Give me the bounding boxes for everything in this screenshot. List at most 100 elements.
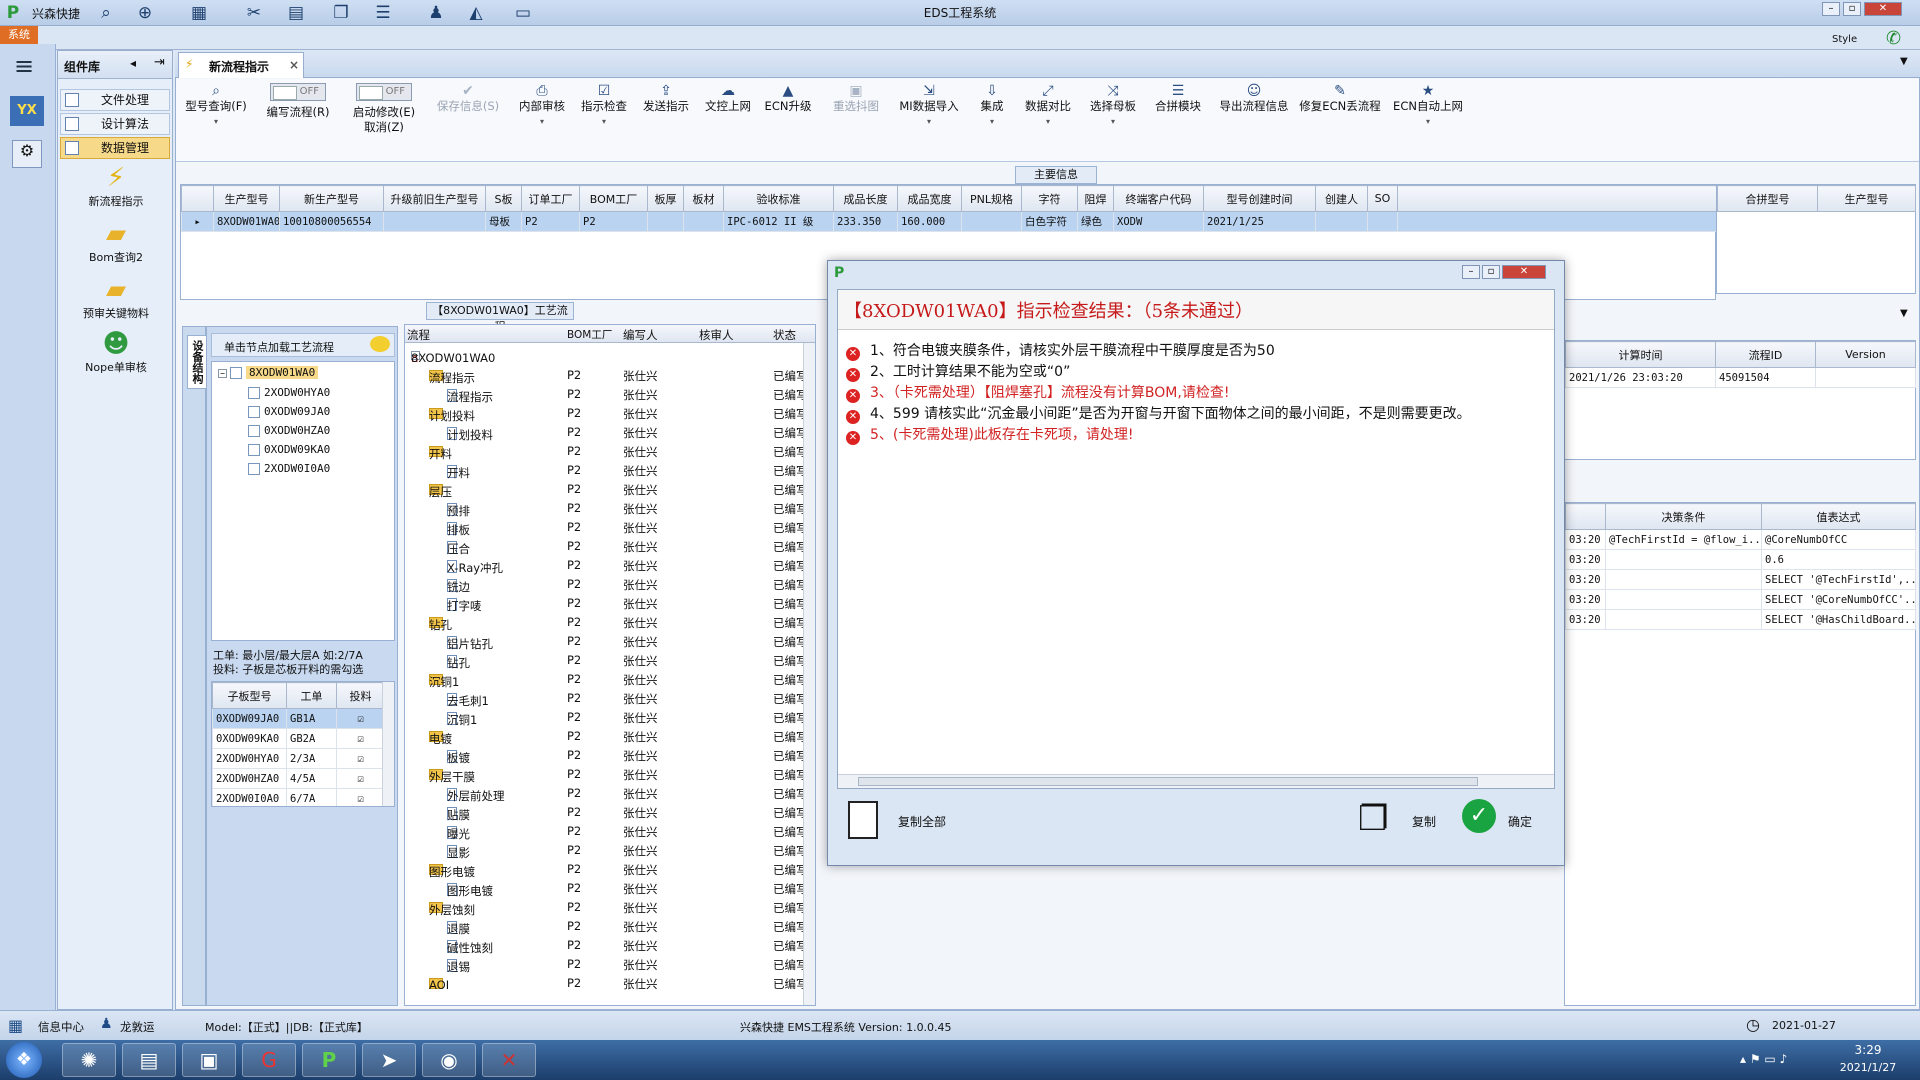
col-header[interactable]: 新生产型号 — [279, 185, 384, 212]
flow-row[interactable]: 排板 P2 张仕兴 已编写 — [405, 518, 815, 537]
cell[interactable] — [1605, 569, 1762, 590]
flow-bom-cell[interactable]: P2 — [567, 558, 581, 572]
col-header[interactable]: BOM工厂 — [567, 327, 612, 342]
flow-row[interactable]: 碱性蚀刻 P2 张仕兴 已编写 — [405, 936, 815, 955]
result-message[interactable]: ✕ 3、（卡死需处理）【阻焊塞孔】流程没有计算BOM,请检查! — [846, 382, 1229, 403]
table-row[interactable]: ▸ 8XODW01WA0 10010800056554 母板 P2 P2 IPC… — [181, 211, 1717, 232]
flow-writer-cell[interactable]: 张仕兴 — [623, 748, 658, 764]
dialog-maximize-button[interactable]: ▫ — [1482, 265, 1500, 279]
cell[interactable]: SELECT '@TechFirstId',... — [1761, 569, 1916, 590]
flow-writer-cell[interactable]: 张仕兴 — [623, 539, 658, 555]
scrollbar[interactable] — [382, 682, 394, 806]
flow-row[interactable]: 图形电镀 P2 张仕兴 已编写 — [405, 879, 815, 898]
dropdown-icon[interactable]: ▾ — [892, 114, 966, 129]
write-flow-toggle[interactable]: OFF 编写流程(R) — [260, 83, 336, 120]
cell[interactable]: P2 — [579, 211, 648, 232]
tray-date[interactable]: 2021/1/27 — [1828, 1061, 1908, 1074]
checkbox[interactable] — [248, 444, 260, 456]
cell[interactable]: 2XODW0HYA0 — [212, 748, 287, 769]
flow-row[interactable]: 铣边 P2 张仕兴 已编写 — [405, 575, 815, 594]
col-header[interactable]: 工单 — [286, 682, 337, 709]
flow-row[interactable]: 沉铜1 P2 张仕兴 已编写 — [405, 708, 815, 727]
flow-writer-cell[interactable]: 张仕兴 — [623, 444, 658, 460]
flow-bom-cell[interactable]: P2 — [567, 425, 581, 439]
flow-bom-cell[interactable]: P2 — [567, 976, 581, 990]
flow-bom-cell[interactable]: P2 — [567, 824, 581, 838]
yx-logo-icon[interactable]: YX — [10, 96, 44, 126]
cell[interactable] — [1815, 367, 1916, 388]
flow-bom-cell[interactable]: P2 — [567, 653, 581, 667]
tab-new-flow[interactable]: ⚡ 新流程指示 × — [178, 52, 304, 78]
cell[interactable]: 03:20 — [1565, 569, 1606, 590]
flow-writer-cell[interactable]: 张仕兴 — [623, 672, 658, 688]
tab-close-icon[interactable]: × — [289, 58, 299, 72]
horizontal-scrollbar[interactable] — [838, 774, 1554, 788]
cell[interactable]: 2XODW0HZA0 — [212, 768, 287, 789]
tray-icons[interactable]: ▴ ⚑ ▭ ♪ — [1740, 1052, 1787, 1066]
cell[interactable]: 白色字符 — [1021, 211, 1078, 232]
chevron-down-icon[interactable]: ▼ — [1900, 308, 1908, 319]
select-motherboard-button[interactable]: ⤨ 选择母板 ▾ — [1082, 83, 1144, 129]
maximize-button[interactable]: ▫ — [1843, 2, 1861, 16]
ecn-upgrade-button[interactable]: ▲ ECN升级 — [758, 83, 818, 114]
taskbar-g-icon[interactable]: G — [242, 1043, 296, 1077]
flow-bom-cell[interactable]: P2 — [567, 577, 581, 591]
menu-file-processing[interactable]: 文件处理 — [60, 89, 170, 111]
cell[interactable]: 6/7A — [286, 788, 337, 806]
table-row[interactable]: 03:20 @TechFirstId = @flow_i... @CoreNumbO… — [1565, 529, 1916, 550]
ecn-auto-online-button[interactable]: ★ ECN自动上网 ▾ — [1384, 83, 1472, 129]
col-header[interactable]: 创建人 — [1315, 185, 1368, 212]
flow-bom-cell[interactable]: P2 — [567, 406, 581, 420]
table-row[interactable]: 03:20 SELECT '@HasChildBoard... — [1565, 609, 1916, 630]
flow-row[interactable]: −沉铜1P2张仕兴已编写 — [405, 670, 815, 689]
col-header[interactable]: SO — [1367, 185, 1398, 212]
flow-bom-cell[interactable]: P2 — [567, 729, 581, 743]
flow-writer-cell[interactable]: 张仕兴 — [623, 425, 658, 441]
result-message[interactable]: ✕ 2、工时计算结果不能为空或“0” — [846, 361, 1070, 382]
start-edit-toggle[interactable]: OFF 启动修改(E) 取消(Z) — [346, 83, 422, 135]
taskbar-send-icon[interactable]: ➤ — [362, 1043, 416, 1077]
taskbar-x-icon[interactable]: ✕ — [482, 1043, 536, 1077]
cell[interactable] — [961, 211, 1022, 232]
scrollbar-thumb[interactable] — [858, 777, 1478, 786]
flow-row[interactable]: 打字唛 P2 张仕兴 已编写 — [405, 594, 815, 613]
flow-writer-cell[interactable]: 张仕兴 — [623, 463, 658, 479]
cell[interactable]: 0XODW09JA0 — [212, 708, 287, 729]
cell[interactable] — [1605, 609, 1762, 630]
flow-writer-cell[interactable]: 张仕兴 — [623, 634, 658, 650]
cell[interactable]: GB1A — [286, 708, 337, 729]
col-header[interactable]: 投料 — [336, 682, 385, 709]
col-header[interactable]: S板 — [485, 185, 522, 212]
cell[interactable]: 2021/1/26 23:03:20 — [1565, 367, 1716, 388]
flow-row[interactable]: −外层蚀刻P2张仕兴已编写 — [405, 898, 815, 917]
cell[interactable]: 2XODW0I0A0 — [212, 788, 287, 806]
col-header[interactable]: 型号创建时间 — [1203, 185, 1316, 212]
flow-writer-cell[interactable]: 张仕兴 — [623, 387, 658, 403]
flow-row[interactable]: 退膜 P2 张仕兴 已编写 — [405, 917, 815, 936]
tab-device-structure[interactable]: 设备结构 — [187, 335, 207, 389]
tree-root-node[interactable]: − 8XODW01WA0 — [218, 366, 319, 379]
chat-bubble-icon[interactable] — [370, 336, 390, 352]
cell[interactable]: 03:20 — [1565, 609, 1606, 630]
cell[interactable]: 03:20 — [1565, 529, 1606, 550]
col-header[interactable]: 编写人 — [623, 327, 658, 343]
flow-row[interactable]: X-Ray冲孔 P2 张仕兴 已编写 — [405, 556, 815, 575]
cell[interactable]: 2/3A — [286, 748, 337, 769]
flow-row[interactable]: −流程指示P2张仕兴已编写 — [405, 366, 815, 385]
table-row[interactable]: 0XODW09KA0 GB2A ☑ — [212, 728, 385, 749]
cell[interactable] — [647, 211, 684, 232]
cell[interactable] — [383, 211, 486, 232]
col-header[interactable]: 流程ID — [1715, 341, 1816, 368]
scrollbar[interactable] — [803, 343, 815, 1005]
taskbar-doc-icon[interactable]: ▤ — [122, 1043, 176, 1077]
flow-writer-cell[interactable]: 张仕兴 — [623, 406, 658, 422]
flow-writer-cell[interactable]: 张仕兴 — [623, 957, 658, 973]
col-header[interactable]: Version — [1815, 341, 1916, 368]
flow-row[interactable]: 钻孔 P2 张仕兴 已编写 — [405, 651, 815, 670]
flow-bom-cell[interactable]: P2 — [567, 748, 581, 762]
flow-row[interactable]: 计划投料 P2 张仕兴 已编写 — [405, 423, 815, 442]
col-header[interactable]: 生产型号 — [1817, 185, 1916, 212]
flow-writer-cell[interactable]: 张仕兴 — [623, 976, 658, 992]
flow-writer-cell[interactable]: 张仕兴 — [623, 482, 658, 498]
col-header[interactable]: 升级前旧生产型号 — [383, 185, 486, 212]
